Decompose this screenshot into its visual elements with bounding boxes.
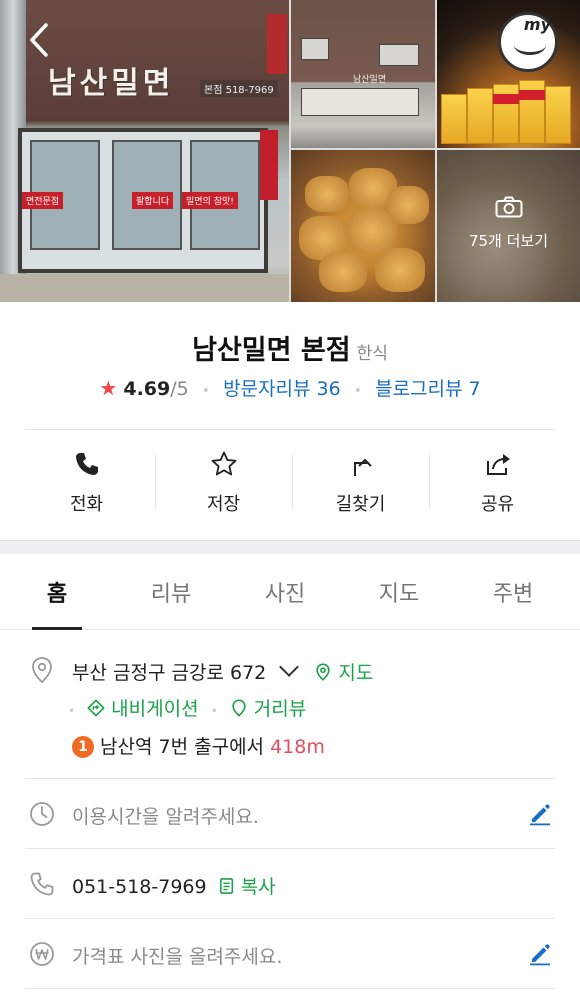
store-banner: 밀면의 참맛! (182, 192, 238, 209)
store-sign-text: 남산밀면 (48, 66, 175, 101)
map-pin-icon (316, 663, 330, 681)
divider (25, 988, 555, 989)
navigation-link-label: 내비게이션 (111, 698, 199, 720)
call-button[interactable]: 전화 (18, 444, 155, 524)
map-link-label: 지도 (338, 662, 374, 684)
store-banner: 면전문점 (22, 192, 64, 209)
action-bar: 전화 저장 길찾기 공유 (18, 444, 566, 524)
tab-map[interactable]: 지도 (342, 556, 456, 629)
tab-review[interactable]: 리뷰 (114, 556, 228, 629)
copy-button[interactable]: 복사 (219, 876, 276, 898)
visitor-review-link[interactable]: 방문자리뷰 36 (223, 378, 341, 400)
photo-gallery[interactable]: 남산밀면 본점 518-7969 면전문점 팔합니다 밀면의 참맛! 남산밀면 (0, 0, 580, 302)
tab-home[interactable]: 홈 (0, 556, 114, 630)
share-button[interactable]: 공유 (429, 444, 566, 524)
my-badge-text: my (523, 15, 551, 34)
copy-icon (219, 878, 233, 894)
star-outline-icon (211, 451, 236, 476)
photo-fried-food[interactable] (291, 150, 435, 302)
address-text: 부산 금정구 금강로 672 (72, 662, 267, 684)
store-phone-sign: 본점 518-7969 (200, 80, 278, 97)
streetview-link-label: 거리뷰 (253, 698, 307, 720)
tab-bar: 홈 리뷰 사진 지도 주변 (0, 556, 580, 630)
subway-line-badge: 1 (72, 736, 94, 758)
divider (25, 778, 555, 779)
directions-button[interactable]: 길찾기 (292, 444, 429, 524)
streetview-pin-icon (232, 699, 246, 717)
tab-photo[interactable]: 사진 (228, 556, 342, 629)
hours-placeholder: 이용시간을 알려주세요. (72, 806, 259, 828)
chevron-left-icon[interactable] (28, 22, 52, 58)
navigation-icon (87, 699, 105, 717)
phone-icon (75, 453, 98, 475)
street-sign-text: 남산밀면 (353, 75, 387, 85)
price-placeholder: 가격표 사진을 올려주세요. (72, 946, 283, 968)
place-title-row: 남산밀면 본점 한식 (0, 328, 580, 367)
price-row[interactable]: 가격표 사진을 올려주세요. (0, 936, 580, 976)
call-label: 전화 (69, 494, 104, 515)
photo-more-label[interactable]: 75개 더보기 (437, 230, 580, 251)
divider (25, 918, 555, 919)
transit-distance: 418m (270, 736, 325, 758)
rating-row: ★ 4.69/5 • 방문자리뷰 36 • 블로그리뷰 7 (99, 376, 481, 400)
location-pin-icon (32, 657, 52, 684)
photo-street[interactable]: 남산밀면 (291, 0, 435, 148)
transit-station: 남산역 (100, 736, 153, 758)
my-badge[interactable]: my (498, 12, 558, 72)
clock-icon (30, 802, 54, 826)
navigation-link[interactable]: 내비게이션 (87, 698, 199, 720)
edit-pencil-icon[interactable] (528, 802, 552, 826)
copy-label: 복사 (240, 876, 276, 898)
directions-icon (353, 459, 372, 476)
won-icon (30, 942, 54, 966)
save-label: 저장 (206, 494, 241, 515)
phone-outline-icon (30, 872, 54, 896)
blog-review-link[interactable]: 블로그리뷰 7 (375, 378, 481, 400)
transit-exit: 7번 출구에서 (158, 736, 265, 758)
directions-label: 길찾기 (335, 494, 386, 515)
map-link[interactable]: 지도 (314, 662, 373, 684)
photo-noodles[interactable] (437, 150, 580, 302)
camera-icon (495, 196, 523, 218)
place-category: 한식 (356, 344, 388, 364)
place-name: 남산밀면 본점 (192, 335, 351, 366)
share-icon (486, 454, 510, 475)
divider (25, 429, 555, 430)
rating-max: /5 (170, 378, 189, 400)
rating-value: 4.69 (123, 378, 171, 400)
phone-number[interactable]: 051-518-7969 (72, 876, 207, 898)
chevron-down-icon[interactable] (279, 657, 300, 677)
store-banner: 팔합니다 (132, 192, 174, 209)
save-button[interactable]: 저장 (155, 444, 292, 524)
star-icon: ★ (99, 376, 118, 400)
hours-row[interactable]: 이용시간을 알려주세요. (0, 796, 580, 836)
divider (25, 848, 555, 849)
share-label: 공유 (480, 494, 515, 515)
section-divider (0, 540, 580, 554)
streetview-link[interactable]: 거리뷰 (230, 698, 307, 720)
tab-nearby[interactable]: 주변 (456, 556, 570, 629)
phone-row[interactable]: 051-518-7969 복사 (0, 866, 580, 906)
edit-pencil-icon[interactable] (528, 942, 552, 966)
